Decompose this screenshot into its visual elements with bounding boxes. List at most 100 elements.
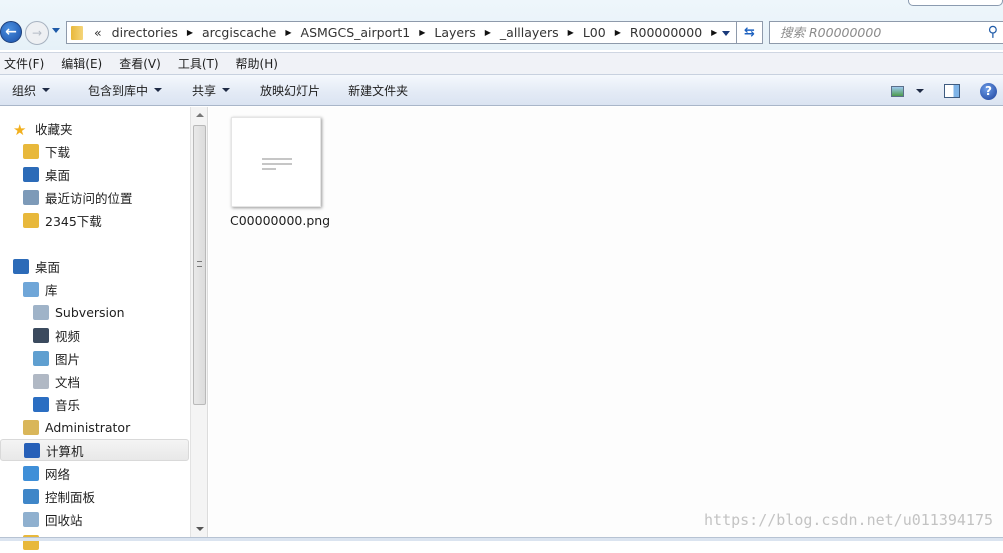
breadcrumb-segment[interactable]: R00000000 [630, 25, 702, 40]
search-placeholder: 搜索 R00000000 [780, 25, 882, 40]
network-icon [23, 465, 39, 481]
sidebar-item[interactable]: Administrator [23, 416, 130, 438]
sidebar-item[interactable]: 图片 [33, 347, 80, 369]
scrollbar-thumb[interactable] [193, 125, 206, 405]
menu-item[interactable]: 工具(T) [178, 55, 219, 72]
menu-bar: 文件(F) 编辑(E) 查看(V) 工具(T) 帮助(H) [0, 52, 1003, 74]
sidebar-item[interactable] [23, 531, 45, 553]
window-controls[interactable] [908, 0, 1003, 6]
sidebar-item-label: 网络 [45, 466, 71, 482]
breadcrumb-arrow-icon[interactable]: ▶ [485, 28, 491, 37]
new-folder-button[interactable]: 新建文件夹 [348, 82, 408, 99]
download-folder-icon [23, 143, 39, 159]
file-item[interactable]: C00000000.png [230, 117, 331, 228]
recycle-bin-icon [23, 511, 39, 527]
sidebar-item[interactable]: 桌面 [23, 163, 70, 185]
sidebar-item-label: 桌面 [35, 259, 61, 275]
navigation-pane: ★ 收藏夹 下载 桌面 最近访问的位置 2345下载 桌面库 Subversion 视频 图片 文档… [0, 107, 190, 550]
sidebar-item-label: 2345下载 [45, 213, 102, 229]
file-name: C00000000.png [230, 213, 331, 228]
breadcrumb-segment[interactable]: Layers [434, 25, 475, 40]
sidebar-item-label: 库 [45, 282, 58, 298]
forward-button[interactable]: → [25, 21, 49, 45]
sidebar-item[interactable]: 回收站 [23, 508, 83, 530]
grip-icon [197, 261, 202, 267]
sidebar-item-label: 回收站 [45, 512, 83, 528]
breadcrumb-arrow-icon[interactable]: ▶ [615, 28, 621, 37]
search-icon[interactable]: ⚲ [988, 22, 998, 43]
sidebar-item-label: 音乐 [55, 397, 81, 413]
sidebar-item[interactable]: Subversion [33, 301, 125, 323]
sidebar-item[interactable]: 最近访问的位置 [23, 186, 133, 208]
breadcrumb-arrow-icon[interactable]: ▶ [419, 28, 425, 37]
address-overflow[interactable]: « [94, 25, 102, 40]
status-bar [0, 537, 1003, 541]
breadcrumb-segment[interactable]: directories [112, 25, 178, 40]
menu-item[interactable]: 编辑(E) [61, 55, 102, 72]
new-folder-label: 新建文件夹 [348, 83, 409, 98]
scroll-up-arrow[interactable] [196, 113, 204, 117]
refresh-button[interactable]: ⇆ [737, 21, 763, 44]
help-icon[interactable]: ? [980, 82, 997, 100]
breadcrumb-arrow-icon[interactable]: ▶ [568, 28, 574, 37]
sidebar-item[interactable]: 下载 [23, 140, 70, 162]
sidebar-item[interactable]: 库 [23, 278, 58, 300]
folder-icon [23, 212, 39, 228]
share-label: 共享 [192, 83, 217, 98]
scroll-down-arrow[interactable] [196, 527, 204, 531]
slideshow-label: 放映幻灯片 [260, 83, 321, 98]
breadcrumb-segment[interactable]: ASMGCS_airport1 [301, 25, 411, 40]
organize-label: 组织 [12, 83, 37, 98]
user-folder-icon [23, 419, 39, 435]
sidebar-item-label: 下载 [45, 144, 71, 160]
search-input[interactable]: 搜索 R00000000 ⚲ [769, 21, 1003, 44]
breadcrumb-arrow-icon[interactable]: ▶ [187, 28, 193, 37]
sidebar-item-label: 视频 [55, 328, 81, 344]
recent-pages-dropdown[interactable] [52, 28, 60, 33]
view-options-dropdown[interactable] [916, 89, 924, 93]
slideshow-button[interactable]: 放映幻灯片 [260, 82, 320, 99]
menu-item[interactable]: 帮助(H) [236, 55, 278, 72]
documents-icon [33, 373, 49, 389]
breadcrumb-segment[interactable]: arcgiscache [202, 25, 276, 40]
sidebar-item[interactable]: 控制面板 [23, 485, 95, 507]
breadcrumb-arrow-icon[interactable]: ▶ [285, 28, 291, 37]
sidebar-item[interactable]: ★ 收藏夹 [13, 117, 73, 139]
sidebar-item[interactable]: 网络 [23, 462, 70, 484]
video-icon [33, 327, 49, 343]
include-in-library-button[interactable]: 包含到库中 [88, 82, 163, 99]
organize-button[interactable]: 组织 [12, 82, 51, 99]
preview-pane-icon[interactable] [944, 84, 960, 98]
computer-icon [24, 442, 40, 458]
document-library-icon [33, 304, 49, 320]
sidebar-item[interactable]: 计算机 [0, 439, 189, 461]
menu-item[interactable]: 查看(V) [119, 55, 161, 72]
sidebar-item[interactable]: 桌面 [13, 255, 60, 277]
sidebar-item-label: 计算机 [46, 443, 84, 459]
breadcrumb-arrow-icon[interactable]: ▶ [711, 28, 717, 37]
chevron-down-icon [42, 88, 51, 92]
folder-icon [71, 25, 83, 40]
breadcrumb-segment[interactable]: L00 [583, 25, 606, 40]
sidebar-item-label: 桌面 [45, 167, 71, 183]
breadcrumb-segment[interactable]: _alllayers [500, 25, 559, 40]
change-view-icon[interactable] [891, 85, 904, 97]
menu-item[interactable]: 文件(F) [4, 55, 44, 72]
sidebar-item[interactable]: 视频 [33, 324, 80, 346]
address-bar[interactable]: « directories ▶ arcgiscache ▶ ASMGCS_airport… [66, 21, 737, 44]
sidebar-item[interactable]: 2345下载 [23, 209, 102, 231]
navigation-scrollbar[interactable] [190, 107, 208, 537]
sidebar-item-label: Subversion [55, 304, 125, 320]
library-icon [23, 281, 39, 297]
back-button[interactable]: ← [0, 21, 22, 43]
music-icon [33, 396, 49, 412]
address-history-dropdown[interactable] [722, 31, 730, 36]
control-panel-icon [23, 488, 39, 504]
image-thumbnail [231, 117, 321, 207]
sidebar-item-label: Administrator [45, 419, 131, 435]
sidebar-item-label: 收藏夹 [35, 121, 73, 137]
sidebar-item[interactable]: 文档 [33, 370, 80, 392]
sidebar-item-label: 控制面板 [45, 489, 96, 505]
sidebar-item[interactable]: 音乐 [33, 393, 80, 415]
share-button[interactable]: 共享 [192, 82, 231, 99]
